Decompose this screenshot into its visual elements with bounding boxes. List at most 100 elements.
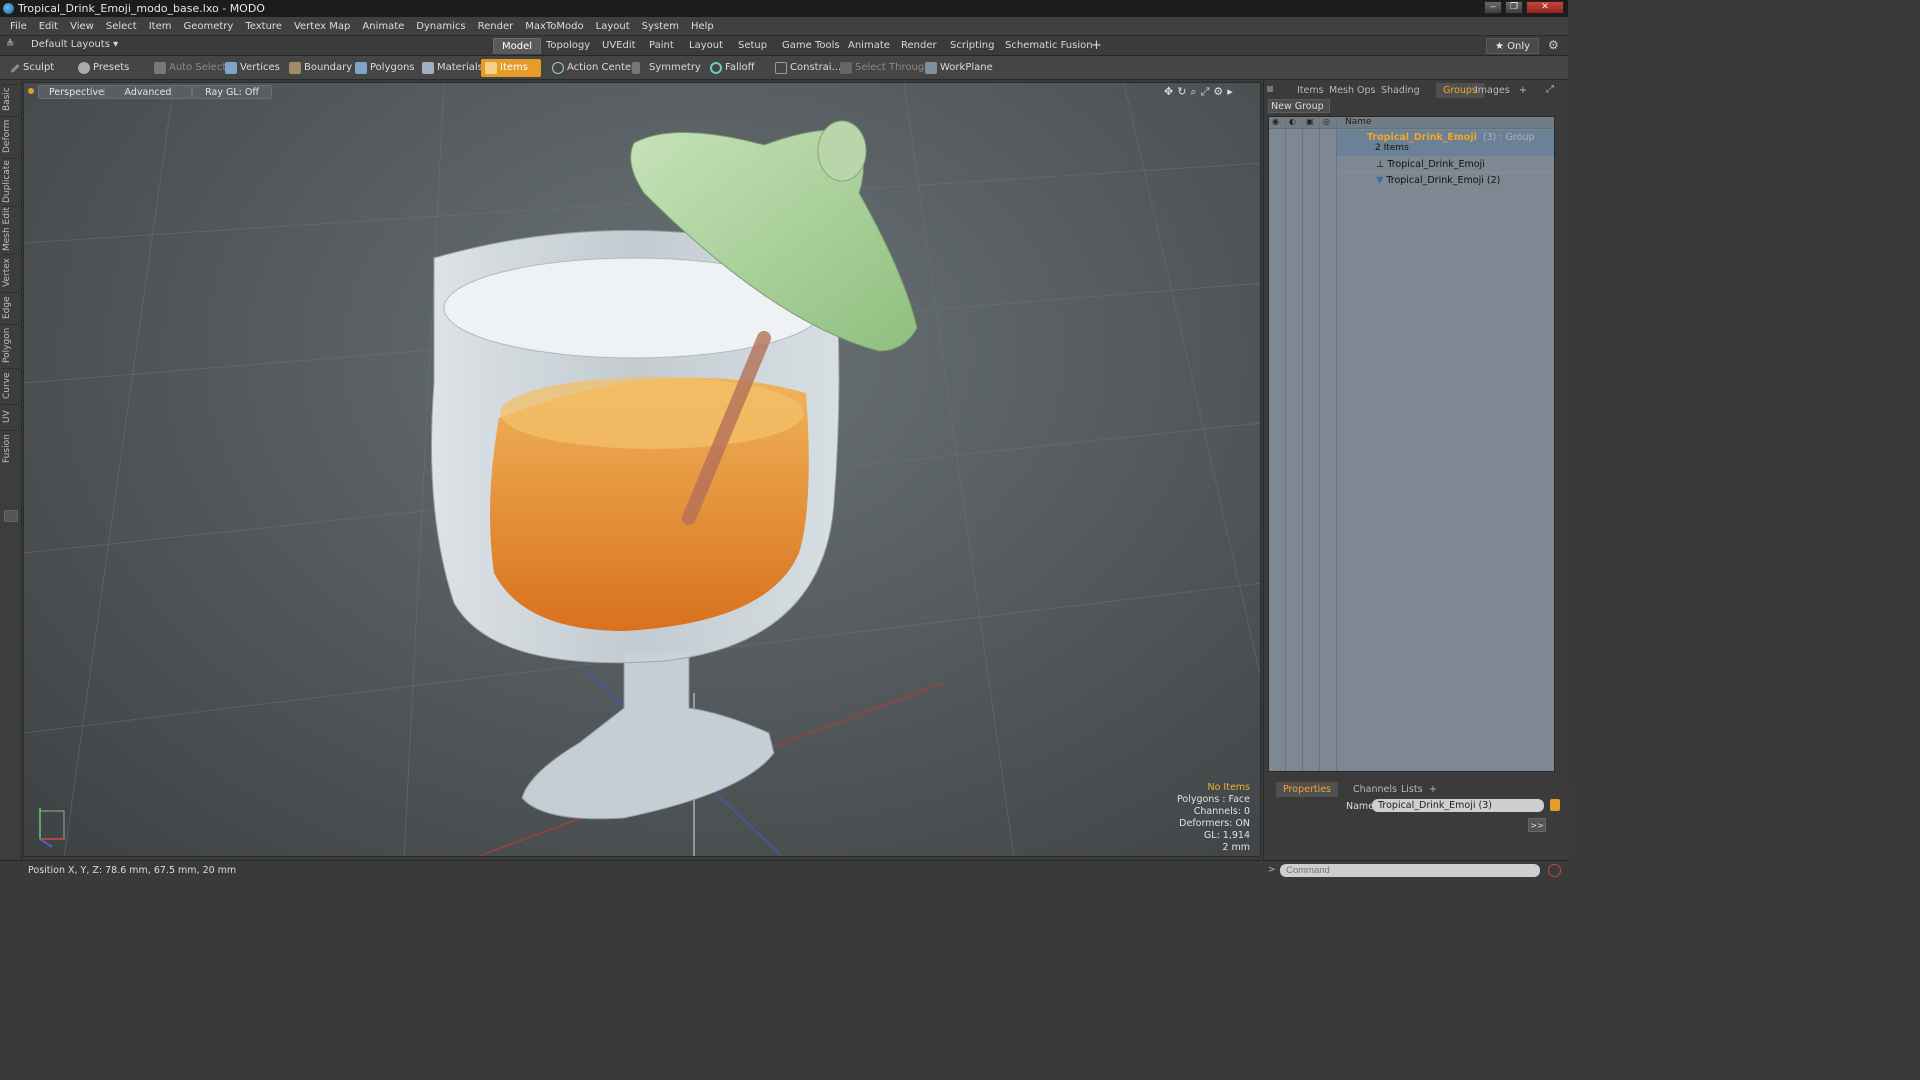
menu-geometry[interactable]: Geometry [177, 21, 239, 32]
presets-icon [78, 62, 90, 74]
groups-list: ◉ ◐ ▣ ◎ Name Tropical_Drink_Emoji (3) : … [1268, 116, 1555, 772]
auto-select-icon [154, 62, 166, 74]
command-prompt-icon: > [1268, 865, 1276, 875]
brush-icon [10, 63, 20, 73]
group-row[interactable]: Tropical_Drink_Emoji (3) : Group 2 Items [1337, 130, 1554, 156]
layout-expand-icon[interactable]: ≜ [6, 39, 14, 50]
default-layouts-dropdown[interactable]: Default Layouts ▾ [31, 39, 118, 50]
menu-view[interactable]: View [64, 21, 100, 32]
list-item[interactable]: ▼ Tropical_Drink_Emoji (2) [1340, 172, 1554, 187]
viewport-info-hud: No Items Polygons : Face Channels: 0 Def… [1177, 782, 1250, 854]
menu-animate[interactable]: Animate [356, 21, 410, 32]
tab-setup[interactable]: Setup [730, 38, 775, 54]
hud-selection: No Items [1207, 782, 1250, 793]
color-swatch[interactable] [1550, 799, 1560, 811]
menu-item[interactable]: Item [143, 21, 178, 32]
tab-shading[interactable]: Shading [1374, 83, 1427, 98]
mesh-item-icon: ⊥ [1376, 159, 1385, 170]
tab-mesh-edit[interactable]: Mesh Edit [2, 206, 19, 252]
tab-scripting[interactable]: Scripting [942, 38, 1002, 54]
menu-file[interactable]: File [4, 21, 33, 32]
falloff-button[interactable]: Falloff [706, 59, 760, 77]
minimize-button[interactable]: ‒ [1484, 1, 1502, 14]
tab-polygon[interactable]: Polygon [2, 324, 19, 366]
window-title: Tropical_Drink_Emoji_modo_base.lxo - MOD… [18, 2, 265, 15]
hud-polygons: Polygons : Face [1177, 794, 1250, 805]
maximize-button[interactable]: ❐ [1505, 1, 1523, 14]
presets-button[interactable]: Presets [74, 59, 134, 77]
tab-fusion[interactable]: Fusion [2, 430, 19, 466]
list-item-label: Tropical_Drink_Emoji (2) [1386, 175, 1501, 186]
vertices-button[interactable]: Vertices [221, 59, 285, 77]
layout-bar: ≜ Default Layouts ▾ Model Topology UVEdi… [0, 36, 1568, 56]
close-button[interactable]: ✕ [1526, 1, 1564, 14]
name-field[interactable]: Tropical_Drink_Emoji (3) [1372, 799, 1544, 812]
sculpt-button[interactable]: Sculpt [6, 59, 59, 77]
tab-render[interactable]: Render [893, 38, 945, 54]
liquid-surface [500, 377, 804, 449]
tab-properties[interactable]: Properties [1276, 782, 1339, 797]
auto-select-button[interactable]: Auto Select [150, 59, 231, 77]
add-panel-tab[interactable]: + [1512, 83, 1534, 98]
add-properties-tab[interactable]: + [1422, 782, 1444, 797]
panel-menu-icon[interactable] [1267, 86, 1273, 92]
symmetry-button[interactable]: Symmetry [628, 59, 706, 77]
hud-grid-size: 2 mm [1222, 842, 1250, 853]
new-group-button[interactable]: New Group [1268, 99, 1330, 113]
3d-viewport[interactable]: Perspective Advanced Ray GL: Off ✥↻⌕⤢⚙▸ [23, 82, 1261, 857]
more-button[interactable]: >> [1528, 818, 1546, 832]
tab-paint[interactable]: Paint [641, 38, 682, 54]
mesh-item-icon: ▼ [1376, 175, 1384, 186]
menu-render[interactable]: Render [472, 21, 520, 32]
group-type: (3) : Group [1482, 132, 1535, 143]
polygons-button[interactable]: Polygons [351, 59, 420, 77]
toolbox-toggle[interactable] [4, 510, 18, 522]
tab-images[interactable]: Images [1468, 83, 1517, 98]
tab-curve[interactable]: Curve [2, 368, 19, 402]
menu-layout[interactable]: Layout [590, 21, 636, 32]
tab-vertex[interactable]: Vertex [2, 254, 19, 290]
tab-uvedit[interactable]: UVEdit [594, 38, 644, 54]
scene-canvas [24, 83, 1260, 856]
items-icon [485, 62, 497, 74]
boundary-button[interactable]: Boundary [285, 59, 357, 77]
only-toggle[interactable]: ★ Only [1486, 38, 1540, 54]
menu-help[interactable]: Help [685, 21, 720, 32]
menu-dynamics[interactable]: Dynamics [410, 21, 471, 32]
position-readout: Position X, Y, Z: 78.6 mm, 67.5 mm, 20 m… [28, 865, 237, 876]
menu-vertex-map[interactable]: Vertex Map [288, 21, 356, 32]
command-input[interactable] [1280, 864, 1540, 877]
tab-layout[interactable]: Layout [681, 38, 731, 54]
workplane-button[interactable]: WorkPlane [921, 59, 998, 77]
menu-system[interactable]: System [636, 21, 685, 32]
polygons-icon [355, 62, 367, 74]
record-icon[interactable] [1548, 864, 1561, 877]
tab-animate[interactable]: Animate [840, 38, 898, 54]
menu-texture[interactable]: Texture [239, 21, 288, 32]
tab-topology[interactable]: Topology [538, 38, 598, 54]
glass-base [521, 652, 775, 820]
tab-edge[interactable]: Edge [2, 292, 19, 322]
add-tab-button[interactable]: + [1083, 38, 1110, 54]
constraints-button[interactable]: Constrai... [771, 59, 846, 77]
tab-basic[interactable]: Basic [2, 84, 19, 114]
tab-model[interactable]: Model [493, 38, 542, 54]
hud-gl-count: GL: 1,914 [1203, 830, 1250, 841]
items-button[interactable]: Items [481, 59, 541, 77]
tab-deform[interactable]: Deform [2, 116, 19, 156]
gear-icon[interactable]: ⚙ [1548, 38, 1559, 52]
vertices-icon [225, 62, 237, 74]
falloff-icon [710, 62, 722, 74]
tab-uv[interactable]: UV [2, 404, 19, 428]
menu-edit[interactable]: Edit [33, 21, 64, 32]
expand-icon[interactable]: ⤢ [1546, 84, 1554, 95]
materials-button[interactable]: Materials [418, 59, 488, 77]
menu-select[interactable]: Select [100, 21, 143, 32]
list-item[interactable]: ⊥ Tropical_Drink_Emoji [1340, 157, 1554, 172]
action-center-button[interactable]: Action Center [548, 59, 640, 77]
tab-game-tools[interactable]: Game Tools [774, 38, 848, 54]
list-item-label: Tropical_Drink_Emoji [1387, 159, 1485, 170]
tab-duplicate[interactable]: Duplicate [2, 158, 19, 204]
name-label: Name [1346, 801, 1375, 812]
menu-maxtomodo[interactable]: MaxToModo [519, 21, 589, 32]
